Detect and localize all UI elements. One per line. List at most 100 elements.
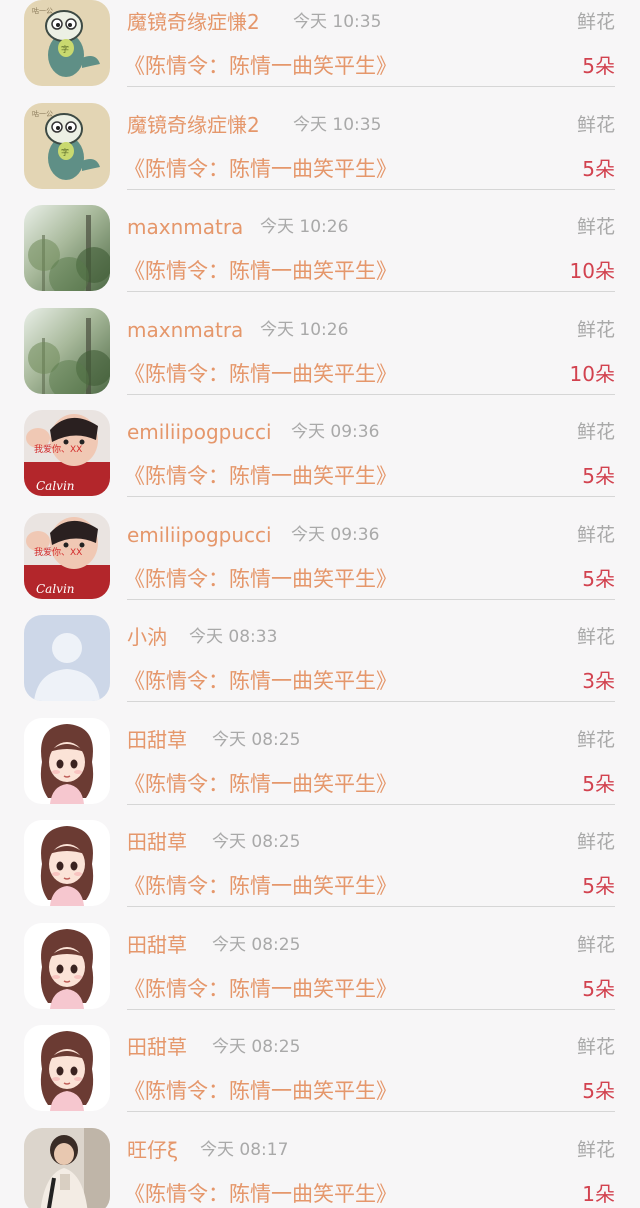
gift-record-row[interactable]: 旺仔ξ 今天 08:17 鲜花《陈情令：陈情一曲笑平生》 1朵	[0, 1127, 640, 1208]
row-divider	[127, 496, 615, 497]
user-name[interactable]: emiliipogpucci	[127, 418, 272, 446]
svg-text:Calvin: Calvin	[36, 479, 75, 493]
user-name[interactable]: 田甜草	[127, 931, 187, 959]
gift-type-label: 鲜花	[576, 421, 615, 443]
user-name[interactable]: 小汭	[127, 623, 167, 651]
gift-time: 今天 10:26	[260, 217, 349, 237]
gift-amount: 5朵	[582, 54, 615, 78]
gift-type-label: 鲜花	[576, 216, 615, 238]
user-name[interactable]: 田甜草	[127, 1033, 187, 1061]
gift-record-row[interactable]: 田甜草 今天 08:25 鲜花 《陈情令：陈情一曲笑平生》 5朵	[0, 1025, 640, 1128]
svg-text:Calvin: Calvin	[36, 582, 75, 596]
svg-text:我爱你、XX: 我爱你、XX	[34, 546, 82, 558]
gift-type-label: 鲜花	[576, 1036, 615, 1058]
user-name[interactable]: 魔镜奇缘症慊2	[127, 111, 260, 139]
gift-amount: 1朵	[582, 1181, 615, 1206]
gift-time: 今天 08:25	[212, 729, 301, 750]
book-title-link[interactable]: 《陈情令：陈情一曲笑平生》	[124, 155, 397, 183]
svg-text:咕一公: 咕一公	[32, 109, 53, 118]
book-title-link[interactable]: 《陈情令：陈情一曲笑平生》	[124, 257, 397, 285]
user-avatar[interactable]: 咕一公 字	[24, 0, 110, 86]
gift-amount: 10朵	[569, 361, 615, 386]
gift-record-row[interactable]: 我爱你、XX Calvin emiliipogpucci 今天 09:36 鲜花《陈…	[0, 512, 640, 616]
user-name[interactable]: maxnmatra	[127, 213, 243, 241]
row-divider	[127, 1008, 615, 1010]
gift-time: 今天 09:36	[291, 524, 380, 545]
row-divider	[127, 188, 615, 190]
row-divider	[127, 393, 615, 395]
row-divider	[127, 701, 615, 702]
gift-time: 今天 08:25	[212, 832, 301, 852]
user-avatar[interactable]: 我爱你、XX Calvin	[24, 512, 110, 599]
gift-time: 今天 10:26	[260, 319, 349, 340]
gift-amount: 5朵	[582, 464, 615, 488]
svg-text:我爱你、XX: 我爱你、XX	[34, 443, 82, 455]
book-title-link[interactable]: 《陈情令：陈情一曲笑平生》	[124, 462, 397, 490]
user-avatar[interactable]	[24, 717, 110, 804]
svg-text:字: 字	[61, 147, 69, 157]
book-title-link[interactable]: 《陈情令：陈情一曲笑平生》	[124, 770, 397, 798]
user-name[interactable]: 田甜草	[127, 726, 187, 754]
gift-amount: 5朵	[582, 1079, 615, 1103]
svg-text:字: 字	[61, 44, 69, 54]
gift-time: 今天 08:17	[200, 1139, 289, 1160]
gift-type-label: 鲜花	[576, 113, 615, 136]
book-title-link[interactable]: 《陈情令：陈情一曲笑平生》	[124, 975, 397, 1003]
user-avatar[interactable]	[24, 820, 110, 906]
gift-amount: 10朵	[569, 259, 615, 283]
gift-type-label: 鲜花	[576, 11, 615, 33]
gift-time: 今天 09:36	[291, 422, 380, 442]
gift-type-label: 鲜花	[576, 933, 615, 956]
gift-record-row[interactable]: 田甜草 今天 08:25 鲜花 《陈情令：陈情一曲笑平生》 5朵	[0, 717, 640, 821]
gift-record-row[interactable]: 咕一公 字 魔镜奇缘症慊2 今天 10:35 鲜花《陈情令：陈情一曲笑平生》 5朵	[0, 0, 640, 103]
gift-record-row[interactable]: 田甜草 今天 08:25 鲜花《陈情令：陈情一曲笑平生》 5朵	[0, 820, 640, 923]
gift-time: 今天 08:25	[212, 934, 301, 955]
gift-type-label: 鲜花	[576, 318, 615, 341]
book-title-link[interactable]: 《陈情令：陈情一曲笑平生》	[124, 667, 397, 695]
user-avatar[interactable]	[24, 1127, 110, 1208]
gift-type-label: 鲜花	[576, 831, 615, 853]
row-divider	[127, 906, 615, 907]
gift-record-row[interactable]: 小汭 今天 08:33 鲜花《陈情令：陈情一曲笑平生》 3朵	[0, 615, 640, 718]
book-title-link[interactable]: 《陈情令：陈情一曲笑平生》	[124, 52, 397, 80]
user-avatar[interactable]	[24, 615, 110, 701]
user-name[interactable]: maxnmatra	[127, 316, 243, 344]
user-name[interactable]: emiliipogpucci	[127, 521, 272, 549]
user-name[interactable]: 魔镜奇缘症慊2	[127, 8, 260, 36]
gift-amount: 5朵	[582, 156, 615, 181]
gift-type-label: 鲜花	[576, 1138, 615, 1161]
book-title-link[interactable]: 《陈情令：陈情一曲笑平生》	[124, 1077, 397, 1105]
gift-record-row[interactable]: 我爱你、XX Calvin emiliipogpucci 今天 09:36 鲜花《陈…	[0, 410, 640, 513]
book-title-link[interactable]: 《陈情令：陈情一曲笑平生》	[124, 565, 397, 593]
user-avatar[interactable]	[24, 1025, 110, 1111]
book-title-link[interactable]: 《陈情令：陈情一曲笑平生》	[124, 1180, 397, 1208]
book-title-link[interactable]: 《陈情令：陈情一曲笑平生》	[124, 872, 397, 900]
book-title-link[interactable]: 《陈情令：陈情一曲笑平生》	[124, 360, 397, 388]
gift-type-label: 鲜花	[576, 626, 615, 648]
row-divider	[127, 803, 615, 805]
svg-text:咕一公: 咕一公	[32, 6, 53, 15]
user-avatar[interactable]: 咕一公 字	[24, 102, 110, 189]
gift-amount: 5朵	[582, 771, 615, 796]
user-avatar[interactable]: 我爱你、XX Calvin	[24, 410, 110, 496]
gift-amount: 5朵	[582, 976, 615, 1001]
user-name[interactable]: 田甜草	[127, 828, 187, 856]
gift-record-row[interactable]: maxnmatra 今天 10:26 鲜花《陈情令：陈情一曲笑平生》 10朵	[0, 307, 640, 411]
row-divider	[127, 1111, 615, 1112]
row-divider	[127, 598, 615, 600]
gift-record-row[interactable]: 田甜草 今天 08:25 鲜花《陈情令：陈情一曲笑平生》 5朵	[0, 922, 640, 1026]
gift-amount: 3朵	[582, 669, 615, 693]
user-avatar[interactable]	[24, 307, 110, 394]
gift-record-row[interactable]: maxnmatra 今天 10:26 鲜花《陈情令：陈情一曲笑平生》 10朵	[0, 205, 640, 308]
gift-time: 今天 10:35	[293, 12, 382, 32]
gift-record-row[interactable]: 咕一公 字 魔镜奇缘症慊2 今天 10:35 鲜花《陈情令：陈情一曲笑平生》 5朵	[0, 102, 640, 206]
gift-amount: 5朵	[582, 874, 615, 898]
gift-time: 今天 10:35	[293, 114, 382, 135]
row-divider	[127, 86, 615, 87]
gift-type-label: 鲜花	[576, 523, 615, 546]
user-avatar[interactable]	[24, 205, 110, 291]
user-avatar[interactable]	[24, 922, 110, 1009]
gift-time: 今天 08:33	[189, 627, 278, 647]
row-divider	[127, 291, 615, 292]
user-name[interactable]: 旺仔ξ	[127, 1136, 178, 1164]
